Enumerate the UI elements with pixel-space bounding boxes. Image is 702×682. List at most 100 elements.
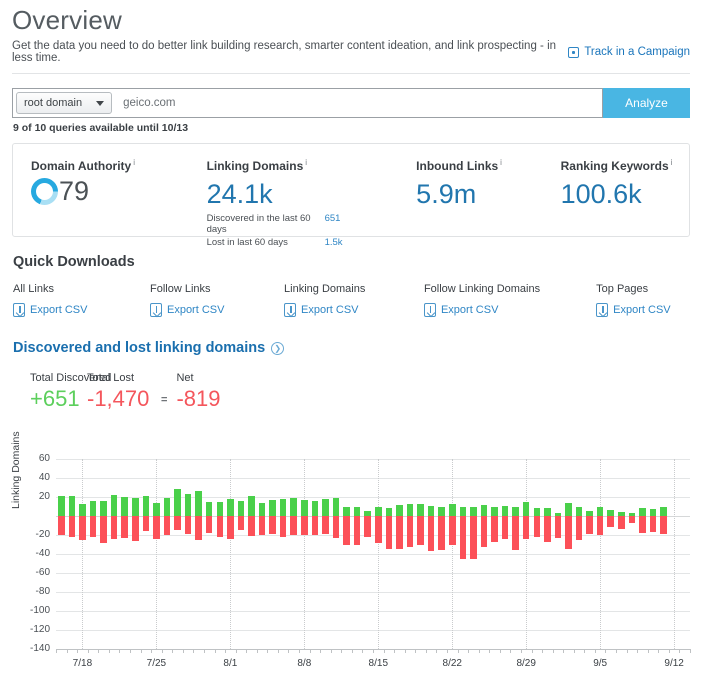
- bar-discovered[interactable]: [438, 507, 445, 516]
- bar-lost[interactable]: [385, 516, 393, 550]
- bar-discovered[interactable]: [205, 501, 213, 516]
- bar-discovered[interactable]: [596, 507, 604, 516]
- bar-discovered[interactable]: [501, 505, 509, 516]
- bar-lost[interactable]: [174, 516, 181, 531]
- bar-lost[interactable]: [628, 516, 636, 523]
- bar-lost[interactable]: [459, 516, 467, 559]
- bar-discovered[interactable]: [332, 497, 340, 516]
- bar-discovered[interactable]: [575, 506, 583, 516]
- bar-discovered[interactable]: [79, 503, 86, 516]
- bar-discovered[interactable]: [227, 498, 234, 516]
- bar-discovered[interactable]: [544, 508, 551, 516]
- bar-discovered[interactable]: [417, 503, 424, 516]
- bar-lost[interactable]: [248, 516, 255, 536]
- bar-lost[interactable]: [533, 516, 541, 537]
- bar-lost[interactable]: [279, 516, 287, 537]
- info-icon[interactable]: i: [671, 158, 673, 167]
- bar-lost[interactable]: [131, 516, 139, 541]
- bar-lost[interactable]: [227, 516, 234, 539]
- bar-discovered[interactable]: [110, 495, 118, 516]
- bar-discovered[interactable]: [248, 496, 255, 516]
- bar-lost[interactable]: [343, 516, 350, 545]
- bar-lost[interactable]: [153, 516, 160, 539]
- bar-lost[interactable]: [195, 516, 202, 540]
- bar-discovered[interactable]: [660, 506, 667, 516]
- bar-lost[interactable]: [501, 516, 509, 539]
- bar-discovered[interactable]: [448, 503, 456, 516]
- bar-lost[interactable]: [480, 516, 488, 548]
- bar-lost[interactable]: [311, 516, 319, 535]
- bar-discovered[interactable]: [174, 489, 181, 516]
- bar-lost[interactable]: [649, 516, 657, 533]
- export-csv-button[interactable]: Export CSV: [284, 303, 424, 317]
- bar-discovered[interactable]: [131, 497, 139, 516]
- info-icon[interactable]: i: [133, 158, 135, 167]
- bar-lost[interactable]: [639, 516, 646, 534]
- bar-discovered[interactable]: [68, 496, 76, 516]
- bar-lost[interactable]: [290, 516, 298, 535]
- bar-lost[interactable]: [417, 516, 424, 545]
- bar-discovered[interactable]: [375, 507, 382, 516]
- bar-lost[interactable]: [322, 516, 329, 535]
- bar-lost[interactable]: [301, 516, 308, 535]
- bar-lost[interactable]: [121, 516, 128, 538]
- bar-lost[interactable]: [596, 516, 604, 535]
- bar-discovered[interactable]: [427, 505, 435, 516]
- bar-discovered[interactable]: [649, 509, 657, 516]
- scope-select[interactable]: root domain: [16, 92, 113, 114]
- bar-lost[interactable]: [375, 516, 382, 543]
- bar-discovered[interactable]: [311, 500, 319, 516]
- bar-lost[interactable]: [427, 516, 435, 552]
- bar-lost[interactable]: [438, 516, 445, 551]
- bar-discovered[interactable]: [237, 500, 245, 516]
- bar-lost[interactable]: [142, 516, 150, 532]
- bar-lost[interactable]: [353, 516, 361, 546]
- bar-lost[interactable]: [205, 516, 213, 534]
- track-in-campaign-link[interactable]: Track in a Campaign: [568, 46, 690, 58]
- bar-discovered[interactable]: [142, 496, 150, 516]
- bar-lost[interactable]: [100, 516, 107, 543]
- bar-discovered[interactable]: [406, 503, 414, 516]
- bar-discovered[interactable]: [385, 508, 393, 516]
- bar-lost[interactable]: [89, 516, 97, 537]
- bar-lost[interactable]: [68, 516, 76, 537]
- bar-lost[interactable]: [618, 516, 625, 530]
- bar-discovered[interactable]: [279, 498, 287, 516]
- export-csv-button[interactable]: Export CSV: [596, 303, 694, 317]
- bar-discovered[interactable]: [216, 501, 224, 516]
- bar-discovered[interactable]: [100, 500, 107, 516]
- bar-discovered[interactable]: [322, 498, 329, 516]
- bar-lost[interactable]: [396, 516, 403, 550]
- bar-discovered[interactable]: [565, 502, 572, 516]
- analyze-button[interactable]: Analyze: [603, 88, 690, 118]
- bar-lost[interactable]: [79, 516, 86, 540]
- export-csv-button[interactable]: Export CSV: [13, 303, 150, 317]
- bar-lost[interactable]: [163, 516, 171, 535]
- bar-lost[interactable]: [575, 516, 583, 540]
- bar-lost[interactable]: [491, 516, 498, 542]
- bar-discovered[interactable]: [396, 504, 403, 516]
- bar-discovered[interactable]: [184, 494, 192, 516]
- bar-lost[interactable]: [216, 516, 224, 537]
- info-icon[interactable]: i: [305, 158, 307, 167]
- bar-discovered[interactable]: [258, 502, 266, 516]
- bar-lost[interactable]: [470, 516, 477, 559]
- bar-discovered[interactable]: [269, 499, 276, 516]
- bar-discovered[interactable]: [195, 491, 202, 516]
- bar-lost[interactable]: [660, 516, 667, 535]
- export-csv-button[interactable]: Export CSV: [423, 303, 596, 317]
- bar-lost[interactable]: [448, 516, 456, 545]
- bar-discovered[interactable]: [301, 499, 308, 516]
- bar-discovered[interactable]: [163, 497, 171, 516]
- bar-lost[interactable]: [269, 516, 276, 535]
- info-icon[interactable]: i: [500, 158, 502, 167]
- bar-discovered[interactable]: [353, 506, 361, 516]
- bar-lost[interactable]: [544, 516, 551, 542]
- bar-discovered[interactable]: [153, 502, 160, 516]
- bar-lost[interactable]: [332, 516, 340, 538]
- bar-discovered[interactable]: [470, 506, 477, 516]
- bar-lost[interactable]: [406, 516, 414, 548]
- bar-lost[interactable]: [364, 516, 371, 537]
- bar-lost[interactable]: [607, 516, 615, 528]
- bar-discovered[interactable]: [522, 501, 530, 516]
